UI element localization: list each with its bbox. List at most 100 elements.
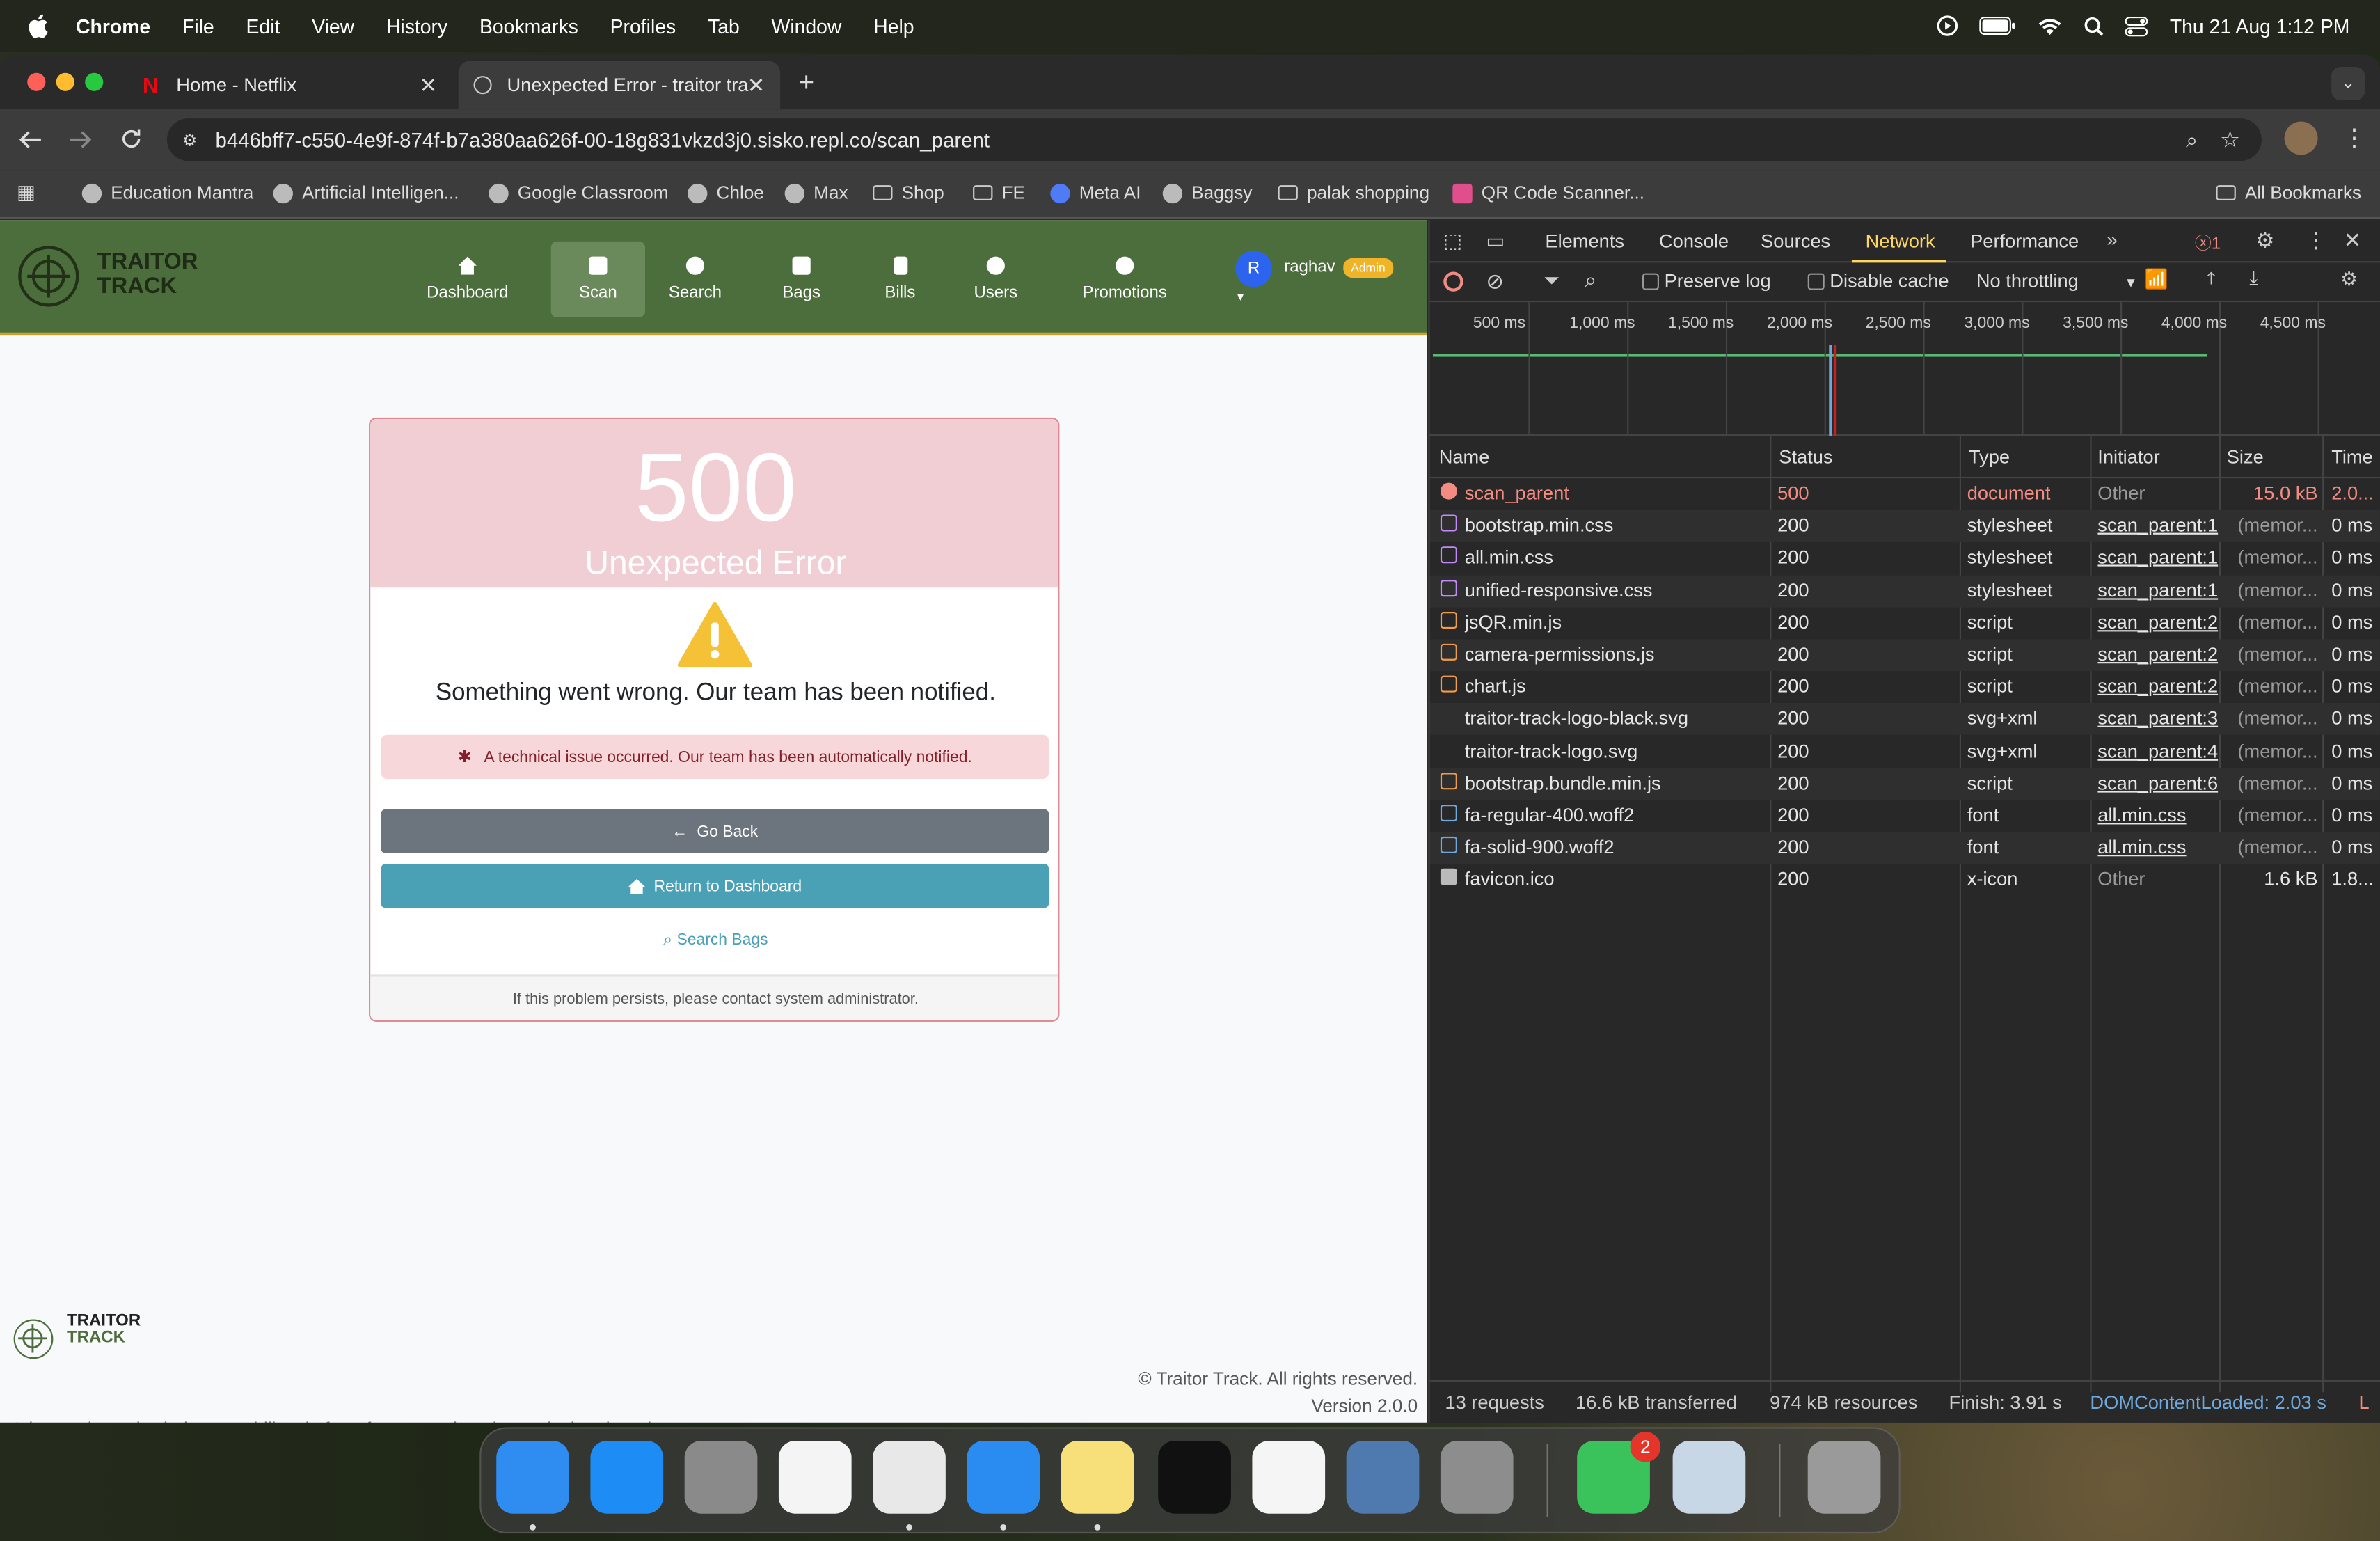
cell-initiator[interactable]: scan_parent:2 (2097, 644, 2219, 665)
terminal-app-icon[interactable] (1158, 1441, 1231, 1514)
nav-dashboard[interactable]: Dashboard (425, 242, 510, 317)
throttling-select[interactable]: No throttling ▼ (1976, 270, 2138, 292)
bookmark-item[interactable]: QR Code Scanner... (1452, 182, 1644, 203)
menu-help[interactable]: Help (873, 15, 914, 38)
devtools-tab-sources[interactable]: Sources (1761, 231, 1830, 253)
menu-view[interactable]: View (312, 15, 354, 38)
cell-initiator[interactable]: scan_parent:6 (2097, 773, 2219, 794)
address-url[interactable]: b446bff7-c550-4e9f-874f-b7a380aa626f-00-… (215, 128, 990, 151)
bookmark-folder[interactable]: FE (973, 182, 1025, 203)
forward-arrow-icon[interactable] (68, 129, 93, 150)
zoom-window-button[interactable] (85, 72, 104, 91)
vscode-app-icon[interactable] (1252, 1441, 1326, 1514)
export-har-icon[interactable]: ⤓ (2249, 267, 2258, 290)
request-row[interactable]: unified-responsive.css 200 stylesheet scan_… (1429, 574, 2380, 607)
cell-initiator[interactable]: scan_parent:4 (2097, 741, 2219, 762)
chrome-app-icon[interactable] (873, 1441, 946, 1514)
traitor-track-logo[interactable] (18, 246, 79, 307)
bookmark-item[interactable]: Artificial Intelligen... (273, 182, 459, 203)
safari-app-icon[interactable] (967, 1441, 1040, 1514)
cell-initiator[interactable]: scan_parent:1 (2097, 547, 2219, 569)
minimize-window-button[interactable] (56, 72, 74, 91)
request-row[interactable]: camera-permissions.js 200 script scan_paren… (1429, 639, 2380, 672)
bookmark-item[interactable]: Max (784, 182, 848, 203)
search-bags-link[interactable]: ⌕ Search Bags (370, 931, 1058, 950)
network-conditions-icon[interactable]: 📶 (2145, 269, 2168, 292)
clear-icon[interactable]: ⊘ (1486, 269, 1504, 294)
menu-history[interactable]: History (386, 15, 447, 38)
user-name[interactable]: raghav (1284, 258, 1335, 276)
tab-search-chevron-icon[interactable]: ⌄ (2331, 66, 2365, 100)
menu-window[interactable]: Window (772, 15, 842, 38)
return-to-dashboard-button[interactable]: Return to Dashboard (381, 864, 1049, 908)
request-row[interactable]: all.min.css 200 stylesheet scan_parent:1 (me… (1430, 543, 2380, 575)
nav-scan[interactable]: Scan (550, 241, 645, 317)
spotlight-search-icon[interactable] (2085, 16, 2104, 35)
column-size[interactable]: Size (2227, 446, 2264, 468)
network-timeline[interactable]: 500 ms 1,000 ms 1,500 ms 2,000 ms 2,500 ms 3,… (1429, 302, 2380, 436)
photos-app-icon[interactable] (778, 1441, 852, 1514)
request-row[interactable]: favicon.ico 200 x-icon Other 1.6 kB 1.8... (1430, 864, 2380, 896)
bookmark-item[interactable]: Education Mantra (81, 182, 253, 203)
chrome-menu-icon[interactable]: ⋮ (2342, 123, 2366, 154)
close-tab-icon[interactable]: ✕ (420, 72, 438, 98)
finder-app-icon[interactable] (496, 1441, 569, 1514)
column-time[interactable]: Time (2331, 446, 2373, 468)
bookmark-item[interactable]: Baggsy (1162, 182, 1252, 203)
bookmark-folder[interactable]: palak shopping (1278, 182, 1429, 203)
tab-netflix[interactable]: N Home - Netflix ✕ (127, 61, 452, 109)
user-avatar[interactable]: R (1235, 250, 1272, 287)
filter-icon[interactable]: ⏷ (1544, 269, 1560, 293)
menu-bookmarks[interactable]: Bookmarks (479, 15, 578, 38)
user-dropdown-caret-icon[interactable]: ▾ (1237, 288, 1244, 305)
column-name[interactable]: Name (1439, 446, 1490, 468)
nav-bags[interactable]: Bags (774, 242, 829, 317)
request-row[interactable]: bootstrap.bundle.min.js 200 script scan_par… (1429, 768, 2380, 800)
nav-bills[interactable]: Bills (878, 242, 923, 317)
trash-app-icon[interactable] (1807, 1441, 1881, 1514)
cell-initiator[interactable]: Other (2097, 483, 2219, 505)
menu-edit[interactable]: Edit (246, 15, 280, 38)
app-store-app-icon[interactable] (590, 1441, 664, 1514)
cell-initiator[interactable]: scan_parent:2 (2097, 676, 2219, 697)
cell-initiator[interactable]: scan_parent:1 (2097, 515, 2219, 537)
devtools-tab-performance[interactable]: Performance (1970, 231, 2079, 253)
settings-gear-icon[interactable]: ⚙ (2255, 228, 2274, 253)
column-type[interactable]: Type (1969, 446, 2010, 468)
error-count-badge[interactable]: ⓧ1 (2195, 231, 2221, 255)
menu-tab[interactable]: Tab (708, 15, 740, 38)
cell-initiator[interactable]: scan_parent:1 (2097, 579, 2219, 601)
devtools-tab-network[interactable]: Network (1866, 231, 1935, 253)
apple-icon[interactable] (27, 14, 49, 38)
devtools-tab-console[interactable]: Console (1659, 231, 1729, 253)
request-row[interactable]: bootstrap.min.css 200 stylesheet scan_paren… (1429, 510, 2380, 543)
search-icon[interactable]: ⌕ (1585, 267, 1596, 293)
devtools-menu-icon[interactable]: ⋮ (2306, 228, 2327, 253)
nav-promotions[interactable]: Promotions (1078, 242, 1172, 317)
preserve-log-checkbox[interactable]: Preserve log (1642, 270, 1771, 292)
all-bookmarks-folder[interactable]: All Bookmarks (2216, 182, 2361, 203)
go-back-button[interactable]: ← Go Back (381, 809, 1049, 853)
menu-clock[interactable]: Thu 21 Aug 1:12 PM (2170, 15, 2350, 38)
profile-avatar[interactable] (2284, 121, 2318, 155)
request-row[interactable]: traitor-track-logo.svg 200 svg+xml scan_par… (1430, 736, 2380, 768)
bookmark-item[interactable]: Meta AI (1050, 182, 1141, 203)
close-tab-icon[interactable]: ✕ (747, 72, 765, 98)
bookmark-star-icon[interactable]: ☆ (2220, 126, 2240, 153)
network-settings-icon[interactable]: ⚙ (2340, 267, 2357, 290)
menu-profiles[interactable]: Profiles (610, 15, 676, 38)
record-stop-icon[interactable] (1443, 271, 1463, 292)
control-center-icon[interactable] (2125, 15, 2149, 36)
menu-file[interactable]: File (182, 15, 214, 38)
request-row[interactable]: scan_parent 500 document Other 15.0 kB 2.0... (1430, 478, 2380, 510)
new-tab-button[interactable]: + (798, 67, 814, 99)
cell-initiator[interactable]: all.min.css (2097, 837, 2219, 858)
column-initiator[interactable]: Initiator (2097, 446, 2159, 468)
devtools-tab-elements[interactable]: Elements (1545, 231, 1624, 253)
inspect-element-icon[interactable]: ⬚ (1443, 229, 1462, 253)
address-bar[interactable]: ⚙ b446bff7-c550-4e9f-874f-b7a380aa626f-0… (166, 118, 2262, 161)
launchpad-app-icon[interactable] (684, 1441, 758, 1514)
device-toolbar-icon[interactable]: ▭ (1486, 229, 1505, 253)
cell-initiator[interactable]: scan_parent:3 (2097, 708, 2219, 729)
request-row[interactable]: chart.js 200 script scan_parent:2 (memor... 0… (1430, 672, 2380, 704)
